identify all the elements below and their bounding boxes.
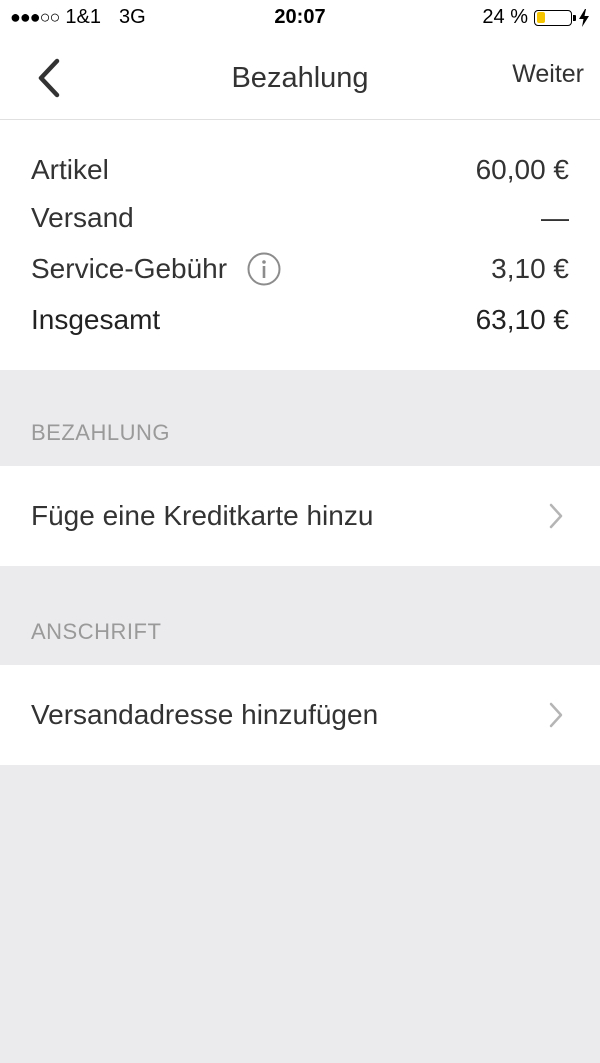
summary-row-service-fee: Service-Gebühr 3,10 €	[31, 244, 569, 294]
summary-label: Service-Gebühr	[31, 253, 228, 284]
summary-label: Versand	[31, 202, 134, 233]
battery-icon	[534, 9, 576, 26]
chevron-right-icon	[549, 702, 563, 728]
section-header-address: ANSCHRIFT	[31, 619, 162, 644]
add-shipping-address-cell[interactable]: Versandadresse hinzufügen	[0, 665, 600, 765]
add-shipping-address-label: Versandadresse hinzufügen	[31, 699, 379, 730]
summary-value: 3,10 €	[491, 253, 569, 284]
info-icon[interactable]	[247, 252, 281, 286]
summary-value: 60,00 €	[475, 154, 569, 185]
summary-value: 63,10 €	[475, 304, 569, 335]
summary-row-total: Insgesamt 63,10 €	[31, 295, 569, 345]
section-header-payment: BEZAHLUNG	[31, 420, 170, 445]
charging-bolt-icon	[579, 8, 589, 27]
battery-level-fill	[536, 12, 545, 23]
price-summary: Artikel 60,00 € Versand — Service-Gebühr…	[0, 120, 600, 370]
chevron-right-icon	[549, 503, 563, 529]
summary-label: Artikel	[31, 154, 109, 185]
status-bar: ●●●○○ 1&1 3G 20:07 24 %	[0, 0, 600, 38]
status-bar-right: 24 %	[482, 6, 590, 29]
battery-percentage: 24 %	[482, 6, 528, 28]
summary-row-articles: Artikel 60,00 €	[31, 145, 569, 195]
next-button[interactable]: Weiter	[512, 60, 584, 89]
page-title: Bezahlung	[231, 62, 369, 94]
summary-value: —	[541, 202, 569, 233]
add-credit-card-label: Füge eine Kreditkarte hinzu	[31, 500, 374, 531]
summary-row-shipping: Versand —	[31, 193, 569, 243]
summary-label: Insgesamt	[31, 304, 161, 335]
add-credit-card-cell[interactable]: Füge eine Kreditkarte hinzu	[0, 466, 600, 566]
navigation-bar: Bezahlung Weiter	[0, 38, 600, 120]
